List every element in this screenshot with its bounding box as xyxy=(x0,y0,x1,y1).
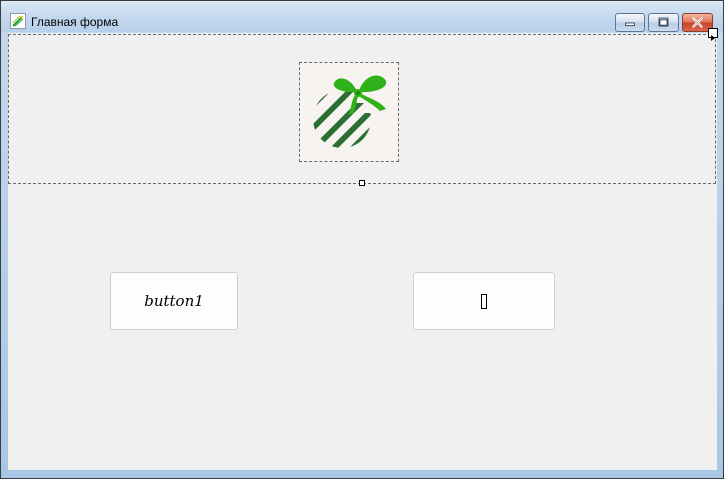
maximize-icon xyxy=(658,17,669,27)
button2[interactable] xyxy=(413,272,555,330)
window-title: Главная форма xyxy=(31,15,119,29)
button1-label: button1 xyxy=(144,292,204,310)
button1[interactable]: button1 xyxy=(110,272,238,330)
title-bar[interactable]: Главная форма xyxy=(1,1,723,32)
minimize-button[interactable] xyxy=(615,13,645,32)
form-client-area[interactable]: button1 xyxy=(8,28,718,470)
maximize-button[interactable] xyxy=(648,13,679,32)
resize-handle[interactable] xyxy=(359,180,365,186)
picture-box[interactable] xyxy=(299,62,399,162)
arrow-right-icon xyxy=(711,35,715,41)
minimize-icon xyxy=(625,22,635,27)
sparkle-app-icon[interactable] xyxy=(10,13,26,29)
christmas-ornament-icon xyxy=(313,75,387,148)
panel[interactable] xyxy=(8,28,718,184)
missing-glyph-icon xyxy=(481,293,487,309)
smart-tag-glyph[interactable] xyxy=(708,28,718,41)
designer-form-window: Главная форма button1 xyxy=(0,0,724,479)
